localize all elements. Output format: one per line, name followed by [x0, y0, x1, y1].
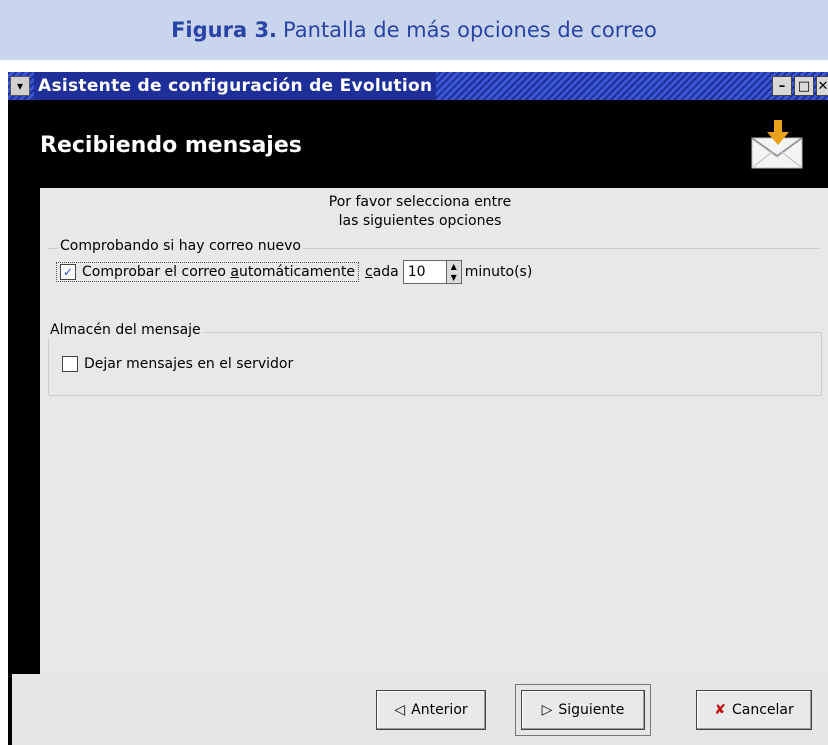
wizard-content: Por favor selecciona entre las siguiente… — [40, 188, 828, 674]
cancel-button-label: Cancelar — [731, 702, 794, 718]
minimize-button[interactable]: – — [772, 76, 792, 96]
button-bar: ◁ Anterior ▷ Siguiente ✘ Cancelar — [12, 674, 828, 745]
intro-line-2: las siguientes opciones — [338, 213, 502, 229]
auto-check-label[interactable]: Comprobar el correo automáticamente — [82, 264, 355, 280]
next-arrow-icon: ▷ — [541, 702, 553, 718]
auto-check-row: ✓ Comprobar el correo automáticamente ca… — [56, 260, 532, 284]
wizard-window: ▾ Asistente de configuración de Evolutio… — [8, 72, 828, 745]
close-button[interactable]: ✕ — [816, 76, 828, 96]
check-mail-group-label: Comprobando si hay correo nuevo — [58, 238, 304, 254]
auto-check-checkbox[interactable]: ✓ — [60, 264, 76, 280]
storage-group-label: Almacén del mensaje — [48, 322, 203, 338]
interval-label: cada — [364, 264, 399, 280]
back-arrow-icon: ◁ — [394, 702, 406, 718]
window-title: Asistente de configuración de Evolution — [34, 72, 437, 100]
window-frame: Recibiendo mensajes Por favor selecciona… — [8, 100, 828, 745]
cancel-button[interactable]: ✘ Cancelar — [696, 690, 812, 730]
envelope-icon — [751, 120, 803, 169]
back-button[interactable]: ◁ Anterior — [376, 690, 486, 730]
leave-on-server-checkbox[interactable] — [62, 356, 78, 372]
interval-spinner[interactable]: ▲ ▼ — [446, 260, 462, 284]
spin-up-icon[interactable]: ▲ — [451, 261, 457, 272]
page-title: Recibiendo mensajes — [40, 133, 302, 158]
auto-check-focus[interactable]: ✓ Comprobar el correo automáticamente — [56, 262, 359, 282]
interval-input[interactable]: 10 — [402, 260, 447, 284]
title-bar[interactable]: ▾ Asistente de configuración de Evolutio… — [8, 72, 828, 101]
next-button-label: Siguiente — [558, 702, 625, 718]
leave-on-server-label[interactable]: Dejar mensajes en el servidor — [84, 356, 293, 372]
window-menu-icon[interactable]: ▾ — [10, 76, 30, 96]
interval-unit: minuto(s) — [464, 264, 533, 280]
check-mail-group: Comprobando si hay correo nuevo — [48, 238, 820, 254]
spin-down-icon[interactable]: ▼ — [451, 272, 457, 283]
cancel-x-icon: ✘ — [714, 702, 726, 718]
page-header: Recibiendo mensajes — [12, 100, 828, 188]
maximize-button[interactable]: □ — [794, 76, 814, 96]
intro-line-1: Por favor selecciona entre — [328, 194, 512, 210]
leave-on-server-row[interactable]: Dejar mensajes en el servidor — [62, 356, 293, 372]
figure-caption: Figura 3. Pantalla de más opciones de co… — [0, 0, 828, 64]
back-button-label: Anterior — [411, 702, 468, 718]
caption-bar: Figura 3. Pantalla de más opciones de co… — [0, 0, 828, 60]
intro-text: Por favor selecciona entre las siguiente… — [40, 193, 800, 231]
next-button[interactable]: ▷ Siguiente — [521, 690, 645, 730]
caption-text: Pantalla de más opciones de correo — [283, 18, 657, 42]
caption-figure-number: Figura 3. — [171, 18, 278, 42]
